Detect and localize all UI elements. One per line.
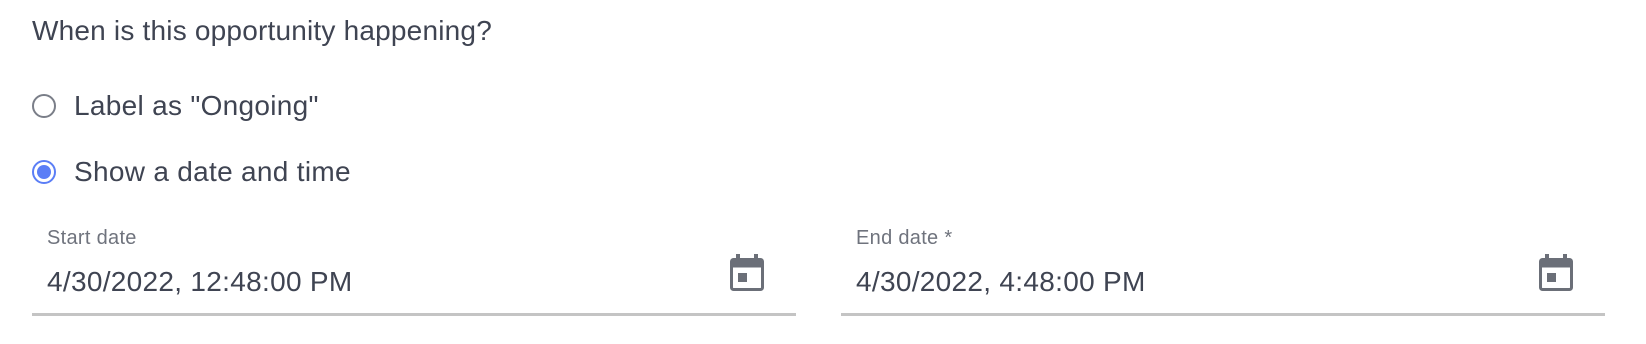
end-date-label: End date * (856, 227, 953, 249)
radio-button-date-time[interactable] (32, 160, 56, 184)
start-date-field[interactable]: Start date 4/30/2022, 12:48:00 PM (32, 214, 796, 316)
radio-label-date-time: Show a date and time (74, 156, 351, 187)
radio-label-ongoing: Label as "Ongoing" (74, 90, 319, 121)
radio-option-ongoing[interactable]: Label as "Ongoing" (32, 86, 319, 126)
radio-button-ongoing[interactable] (32, 94, 56, 118)
calendar-icon[interactable] (1539, 254, 1573, 292)
start-date-value[interactable]: 4/30/2022, 12:48:00 PM (47, 266, 353, 298)
end-date-value[interactable]: 4/30/2022, 4:48:00 PM (856, 266, 1146, 298)
radio-option-date-time[interactable]: Show a date and time (32, 152, 351, 192)
calendar-icon[interactable] (730, 254, 764, 292)
start-date-label: Start date (47, 227, 137, 249)
end-date-field[interactable]: End date * 4/30/2022, 4:48:00 PM (841, 214, 1605, 316)
question-heading: When is this opportunity happening? (32, 15, 492, 46)
